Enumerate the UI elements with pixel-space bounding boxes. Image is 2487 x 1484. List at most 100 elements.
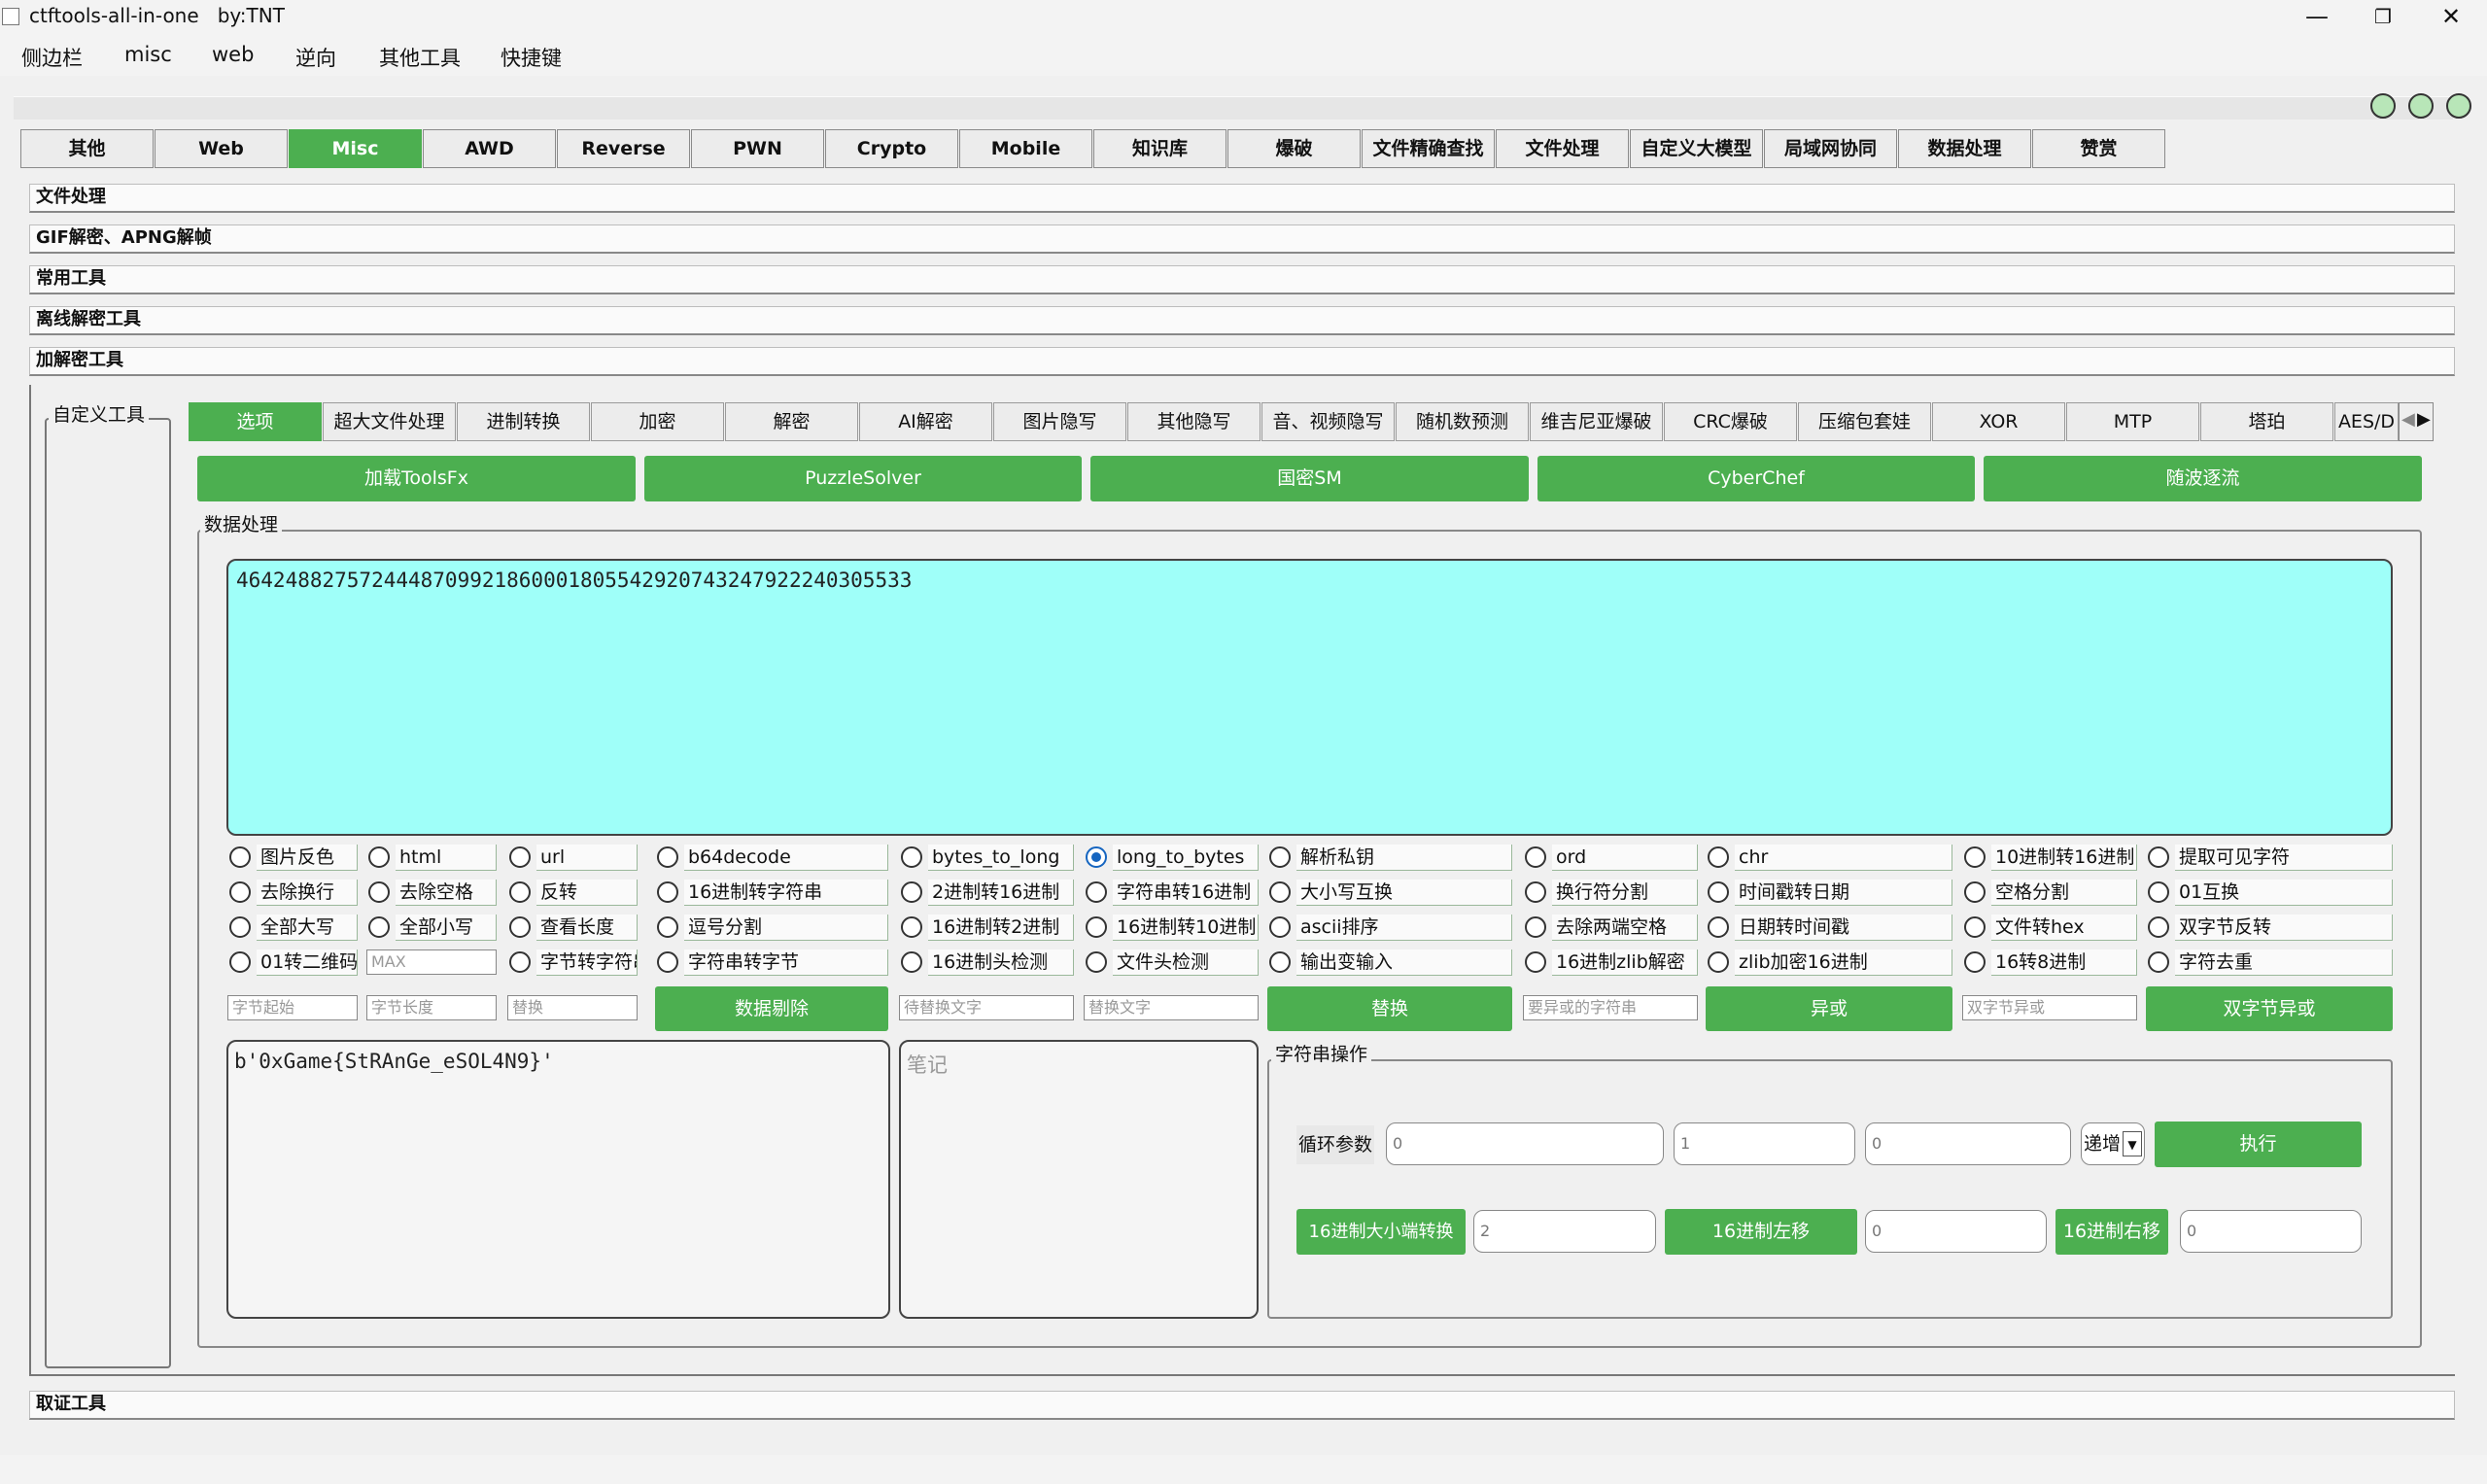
scroll-left-icon[interactable]: ◀ [2401,409,2415,430]
shift-right-field[interactable]: 0 [2180,1210,2362,1253]
menu-reverse[interactable]: 逆向 [295,43,336,72]
replace-field[interactable]: 替换 [507,995,638,1020]
loop-step-field[interactable]: 1 [1674,1122,1855,1165]
top-tab[interactable]: 其他 [20,129,154,168]
radio-icon[interactable] [229,951,251,973]
option-radio[interactable]: chr [1706,845,1952,871]
radio-icon[interactable] [1269,916,1291,938]
radio-icon[interactable] [509,916,531,938]
option-radio[interactable]: 16进制转2进制 [899,915,1074,941]
radio-icon[interactable] [1525,881,1546,903]
option-radio[interactable]: 图片反色 [227,845,358,871]
top-tab[interactable]: Crypto [825,129,958,168]
top-tab[interactable]: 文件处理 [1496,129,1629,168]
inner-tab[interactable]: 其他隐写 [1127,402,1261,441]
radio-icon[interactable] [368,846,390,868]
radio-icon[interactable] [2148,846,2169,868]
radio-icon[interactable] [901,951,922,973]
radio-icon[interactable] [1086,881,1107,903]
puzzlesolver-button[interactable]: PuzzleSolver [644,456,1082,501]
menu-web[interactable]: web [212,43,254,66]
option-radio[interactable]: b64decode [655,845,888,871]
radio-icon[interactable] [901,881,922,903]
option-radio[interactable]: 字节转字符串 [507,949,638,976]
option-radio[interactable]: ascii排序 [1267,915,1512,941]
option-radio[interactable]: 16进制头检测 [899,949,1074,976]
radio-icon[interactable] [1269,951,1291,973]
menu-sidebar[interactable]: 侧边栏 [21,43,83,72]
hex-endian-button[interactable]: 16进制大小端转换 [1296,1209,1466,1255]
top-tab[interactable]: 局域网协同 [1764,129,1897,168]
section-file-processing[interactable]: 文件处理 [29,184,2455,213]
double-byte-xor-button[interactable]: 双字节异或 [2146,986,2393,1031]
option-radio[interactable]: 全部大写 [227,915,358,941]
option-radio[interactable]: 提取可见字符 [2146,845,2393,871]
minimize-button[interactable]: — [2286,0,2348,35]
menu-other-tools[interactable]: 其他工具 [379,43,461,72]
radio-icon[interactable] [1086,916,1107,938]
option-radio[interactable]: 16进制转10进制 [1084,915,1259,941]
option-radio[interactable]: 16转8进制 [1962,949,2137,976]
radio-icon[interactable] [2148,951,2169,973]
option-radio[interactable]: 全部小写 [366,915,497,941]
option-radio[interactable]: 解析私钥 [1267,845,1512,871]
hex-shift-right-button[interactable]: 16进制右移 [2055,1209,2168,1255]
radio-icon[interactable] [509,846,531,868]
radio-icon[interactable] [1964,881,1986,903]
option-radio[interactable]: 字符去重 [2146,949,2393,976]
option-radio[interactable]: 去除两端空格 [1523,915,1698,941]
option-radio[interactable]: 大小写互换 [1267,880,1512,906]
option-radio[interactable]: 换行符分割 [1523,880,1698,906]
inner-tab[interactable]: MTP [2066,402,2199,441]
radio-icon[interactable] [1708,951,1729,973]
top-tab[interactable]: PWN [691,129,824,168]
option-radio[interactable]: 16进制zlib解密 [1523,949,1698,976]
option-radio[interactable]: 文件头检测 [1084,949,1259,976]
option-radio[interactable]: 去除换行 [227,880,358,906]
radio-icon[interactable] [1964,916,1986,938]
execute-button[interactable]: 执行 [2155,1122,2362,1167]
radio-icon[interactable] [368,881,390,903]
option-radio[interactable]: 字符串转16进制 [1084,880,1259,906]
radio-icon[interactable] [1525,846,1546,868]
option-radio[interactable]: ord [1523,845,1698,871]
option-radio[interactable]: 2进制转16进制 [899,880,1074,906]
inner-tab[interactable]: CRC爆破 [1664,402,1797,441]
inner-tab[interactable]: AES/D [2334,402,2399,441]
inner-tab[interactable]: 随机数预测 [1396,402,1529,441]
menu-shortcuts[interactable]: 快捷键 [501,43,562,72]
inner-tab[interactable]: 进制转换 [457,402,590,441]
top-tab[interactable]: 知识库 [1093,129,1226,168]
radio-icon[interactable] [2148,916,2169,938]
top-tab[interactable]: 数据处理 [1898,129,2031,168]
section-gif-apng[interactable]: GIF解密、APNG解帧 [29,224,2455,254]
option-radio[interactable]: 查看长度 [507,915,638,941]
to-replace-field[interactable]: 待替换文字 [899,995,1074,1020]
output-text[interactable]: b'0xGame{StRAnGe_eSOL4N9}' [226,1040,890,1319]
option-radio[interactable]: 输出变输入 [1267,949,1512,976]
radio-icon[interactable] [657,951,678,973]
inner-tab[interactable]: XOR [1932,402,2065,441]
inner-tab[interactable]: 压缩包套娃 [1798,402,1931,441]
mode-select[interactable]: 递增 ▼ [2081,1122,2145,1165]
option-radio[interactable]: 01互换 [2146,880,2393,906]
option-radio[interactable]: 16进制转字符串 [655,880,888,906]
option-radio[interactable]: 双字节反转 [2146,915,2393,941]
radio-icon[interactable] [901,846,922,868]
inner-tab[interactable]: 塔珀 [2200,402,2333,441]
radio-icon[interactable] [901,916,922,938]
xor-button[interactable]: 异或 [1706,986,1952,1031]
top-tab[interactable]: Mobile [959,129,1092,168]
loop-start-field[interactable]: 0 [1386,1122,1664,1165]
radio-icon[interactable] [1269,846,1291,868]
chevron-down-icon[interactable]: ▼ [2123,1131,2142,1156]
option-radio[interactable]: long_to_bytes [1084,845,1259,871]
top-tab[interactable]: 爆破 [1227,129,1361,168]
circle-button-2[interactable] [2408,93,2434,119]
xor-string-field[interactable]: 要异或的字符串 [1523,995,1698,1020]
radio-icon[interactable] [229,916,251,938]
radio-icon[interactable] [1964,846,1986,868]
suibozhuliu-button[interactable]: 随波逐流 [1984,456,2422,501]
replace-text-field[interactable]: 替换文字 [1084,995,1259,1020]
inner-tab[interactable]: 解密 [725,402,858,441]
